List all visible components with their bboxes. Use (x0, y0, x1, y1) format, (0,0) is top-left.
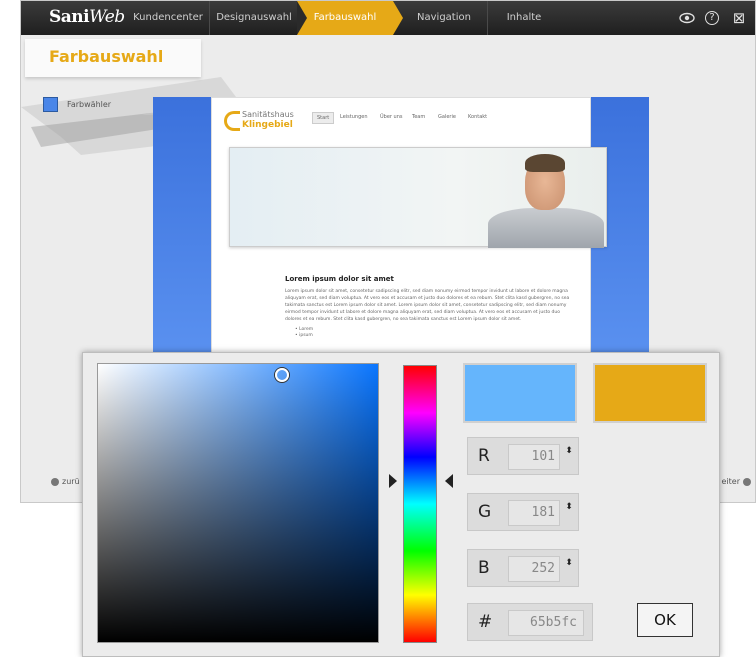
hex-input[interactable]: 65b5fc (508, 610, 584, 636)
green-field: G 181 ⬍ (467, 493, 579, 531)
app-logo: SaniWeb (49, 7, 125, 27)
site-name-line2: Klingebiel (242, 120, 293, 130)
site-nav-team: Team (412, 114, 426, 120)
current-color-swatch[interactable] (593, 363, 707, 423)
person-photo-hair (525, 154, 565, 172)
site-nav-start: Start (312, 112, 335, 124)
help-icon[interactable]: ? (705, 11, 719, 25)
blue-label: B (478, 558, 490, 578)
new-color-swatch (463, 363, 577, 423)
hue-slider-right-arrow[interactable] (445, 474, 453, 488)
nav-step-farbauswahl[interactable]: Farbauswahl (297, 1, 403, 35)
eye-icon[interactable] (679, 10, 695, 26)
color-picker-label[interactable]: Farbwähler (67, 100, 111, 109)
site-nav-galerie: Galerie (438, 114, 456, 120)
hue-slider[interactable] (403, 365, 437, 643)
red-label: R (478, 446, 490, 466)
site-logo-icon (224, 111, 240, 131)
red-spinner[interactable]: ⬍ (564, 447, 574, 456)
nav-step-kundencenter[interactable]: Kundencenter (127, 1, 209, 35)
green-input[interactable]: 181 (508, 500, 560, 526)
back-button[interactable]: zurü (51, 477, 80, 486)
nav-separator (487, 1, 488, 35)
hero-banner (229, 147, 607, 248)
top-nav-bar: SaniWeb Kundencenter Designauswahl Farba… (21, 1, 755, 35)
page-title: Farbauswahl (49, 47, 164, 66)
nav-step-navigation[interactable]: Navigation (401, 1, 487, 35)
nav-step-designauswahl[interactable]: Designauswahl (211, 1, 297, 35)
blue-field: B 252 ⬍ (467, 549, 579, 587)
color-picker-dialog: R 101 ⬍ G 181 ⬍ B 252 ⬍ # 65b5fc OK (82, 352, 720, 657)
sv-cursor[interactable] (275, 368, 289, 382)
nav-separator (209, 1, 210, 35)
site-nav-leistungen: Leistungen (340, 114, 368, 120)
person-photo-body (488, 208, 604, 248)
hex-field: # 65b5fc (467, 603, 593, 641)
list-item: • ipsum (295, 333, 313, 338)
green-spinner[interactable]: ⬍ (564, 503, 574, 512)
nav-step-inhalte[interactable]: Inhalte (489, 1, 559, 35)
red-field: R 101 ⬍ (467, 437, 579, 475)
page-title-panel: Farbauswahl (25, 39, 201, 77)
site-nav-ueber-uns: Über uns (380, 114, 403, 120)
blue-input[interactable]: 252 (508, 556, 560, 582)
next-button[interactable]: eiter (722, 477, 751, 486)
blue-spinner[interactable]: ⬍ (564, 559, 574, 568)
site-name-line1: Sanitätshaus (242, 110, 294, 119)
ok-button[interactable]: OK (637, 603, 693, 637)
close-icon[interactable]: ⊠ (731, 10, 747, 26)
site-nav-kontakt: Kontakt (468, 114, 488, 120)
red-input[interactable]: 101 (508, 444, 560, 470)
content-text: Lorem ipsum dolor sit amet, consetetur s… (285, 289, 570, 322)
preview-content: Lorem ipsum dolor sit amet Lorem ipsum d… (285, 275, 575, 339)
color-swatch-button[interactable] (43, 97, 58, 112)
hue-slider-left-arrow[interactable] (389, 474, 397, 488)
green-label: G (478, 502, 492, 522)
content-list: • Lorem • ipsum (295, 327, 575, 339)
content-heading: Lorem ipsum dolor sit amet (285, 275, 394, 283)
saturation-value-area[interactable] (97, 363, 379, 643)
hex-label: # (478, 612, 493, 632)
